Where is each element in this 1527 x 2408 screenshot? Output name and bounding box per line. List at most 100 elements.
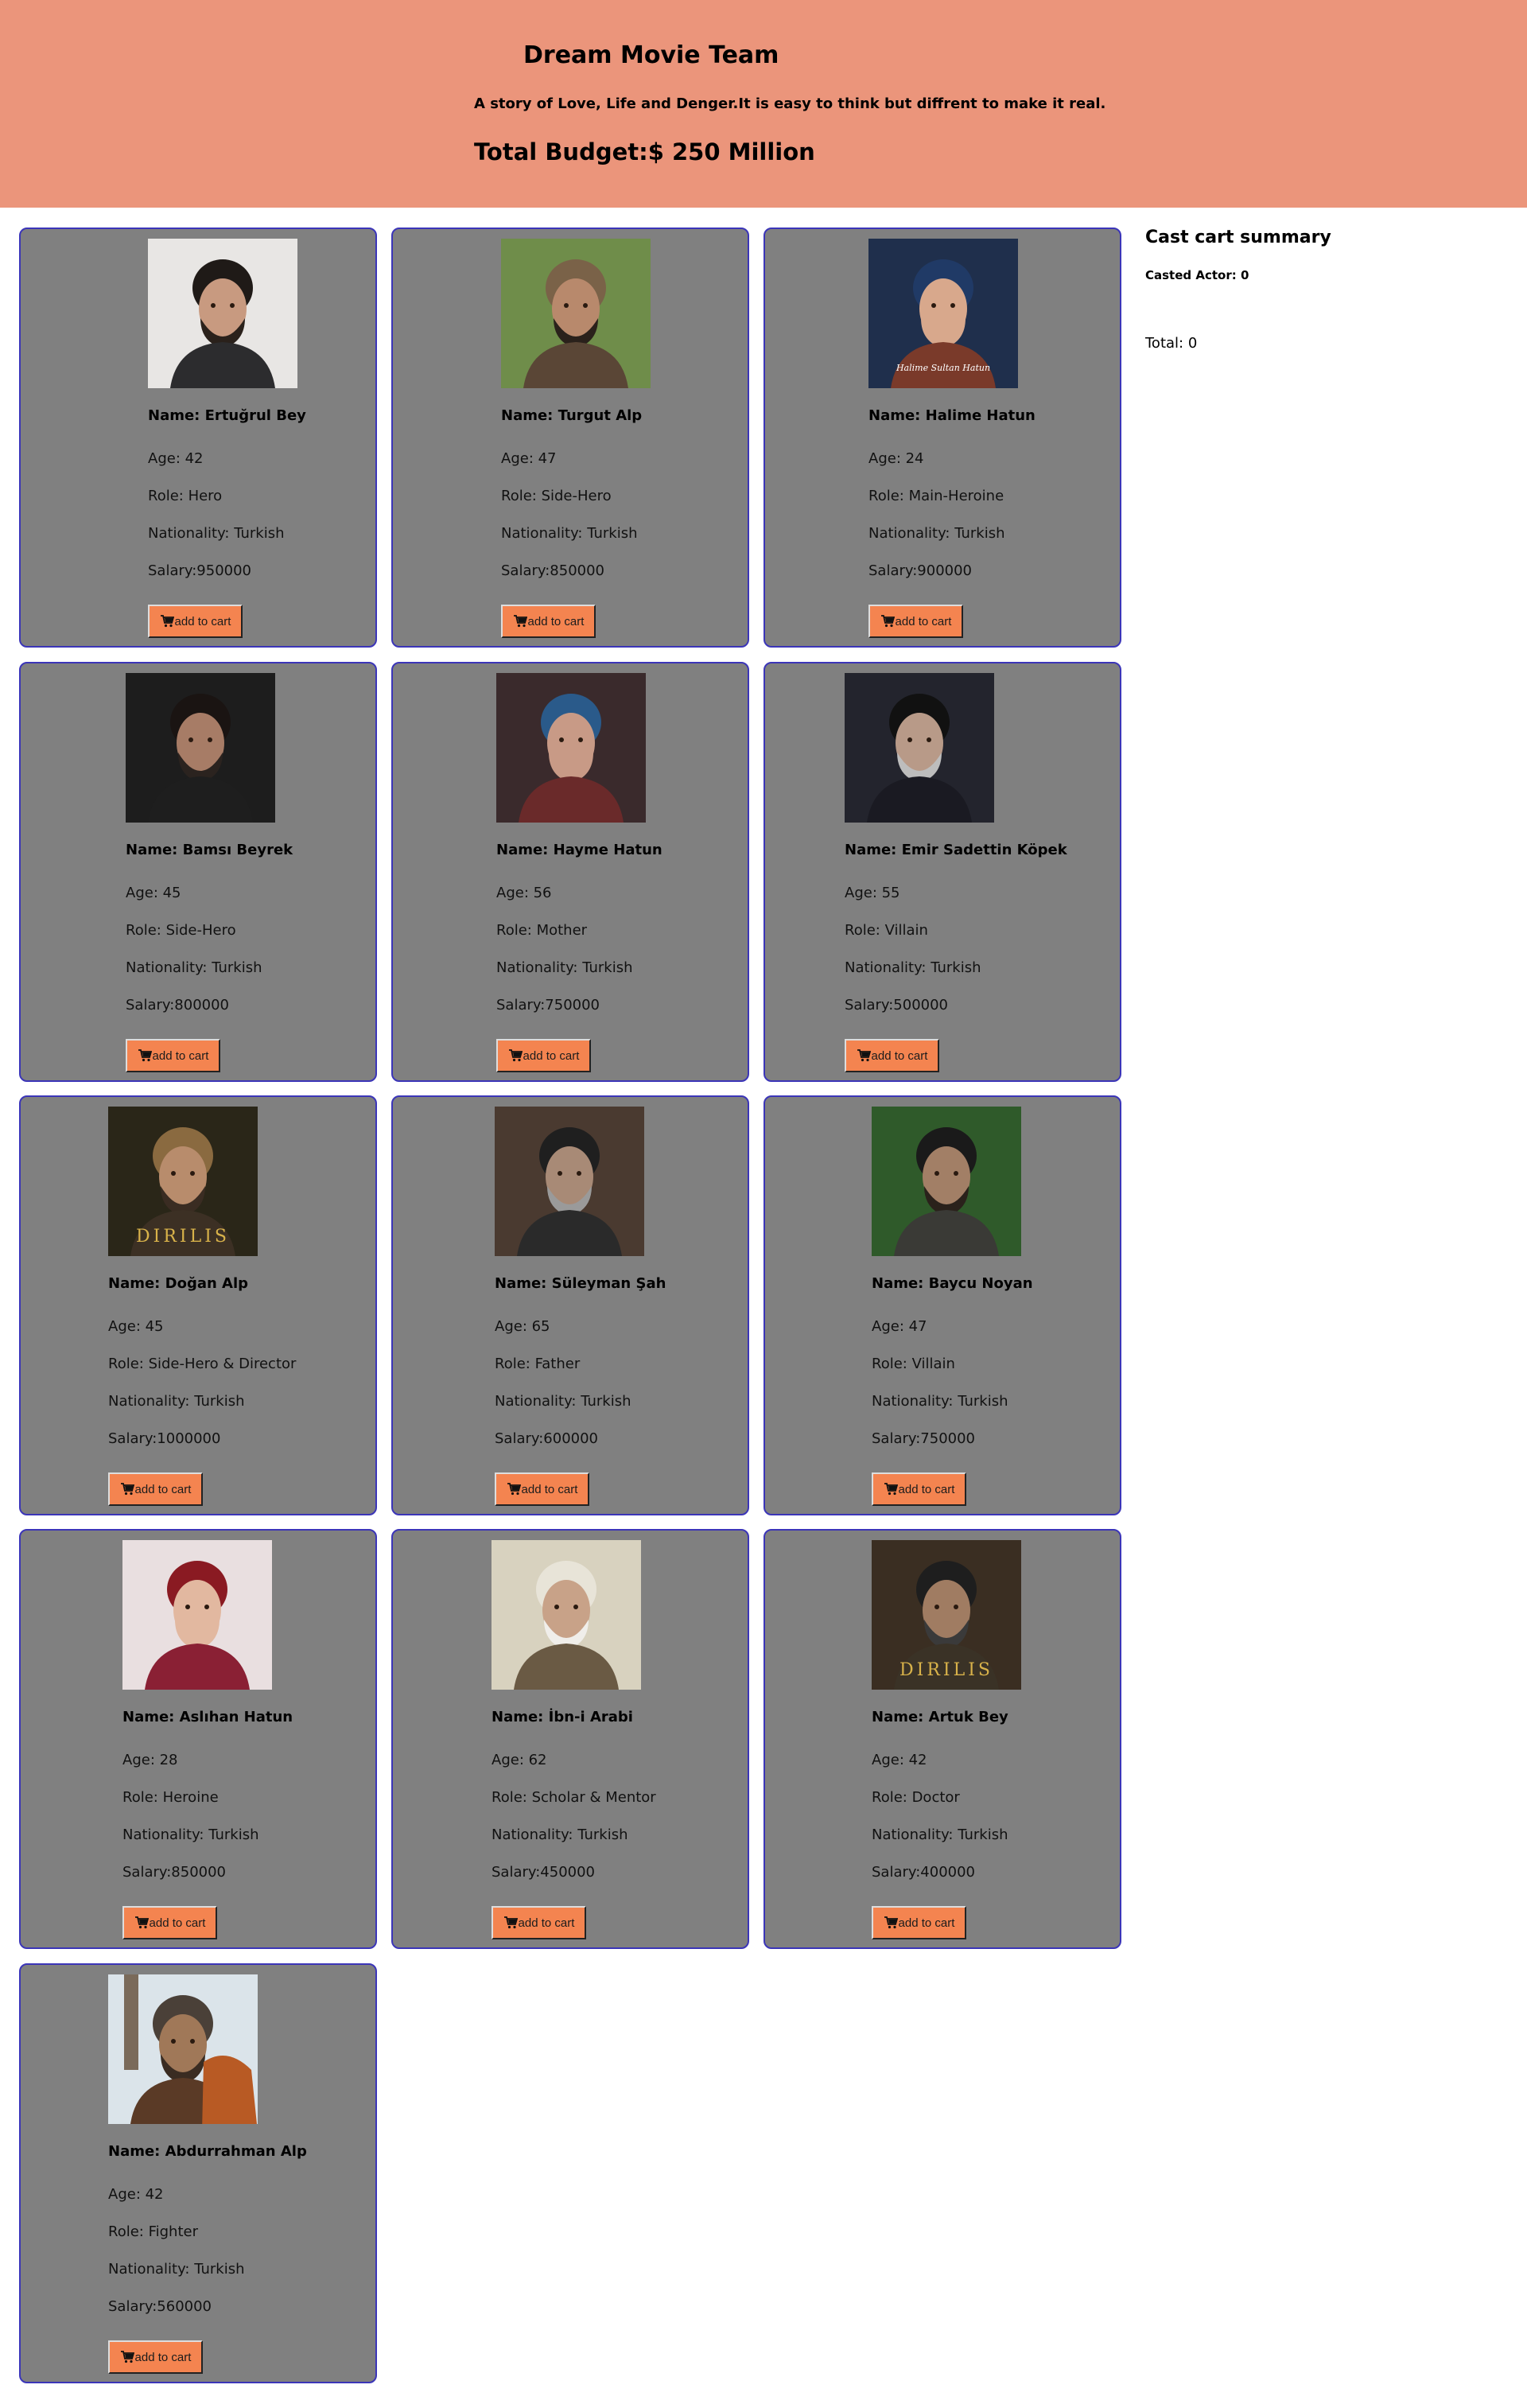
page-title: Dream Movie Team — [523, 41, 779, 69]
cast-salary: Salary:750000 — [872, 1430, 976, 1447]
cast-role: Role: Father — [495, 1356, 581, 1372]
cast-nationality: Nationality: Turkish — [868, 525, 1005, 542]
shopping-cart-icon — [134, 1916, 149, 1929]
cast-photo — [148, 239, 299, 388]
add-to-cart-label: add to cart — [134, 1482, 192, 1496]
cast-nationality: Nationality: Turkish — [495, 1393, 631, 1410]
cast-age: Age: 45 — [126, 885, 181, 901]
cart-summary: Cast cart summary Casted Actor: 0 Total:… — [1145, 228, 1495, 352]
portrait-photo — [126, 673, 275, 823]
portrait-photo — [496, 673, 646, 823]
add-to-cart-button[interactable]: add to cart — [126, 1039, 220, 1072]
cast-photo: Halime Sultan Hatun — [868, 239, 1020, 388]
shopping-cart-icon — [884, 1916, 898, 1929]
portrait-photo: DIRILIS — [108, 1107, 258, 1256]
cast-age: Age: 65 — [495, 1318, 550, 1335]
portrait-photo: Halime Sultan Hatun — [868, 239, 1018, 388]
cast-age: Age: 62 — [492, 1752, 547, 1768]
portrait-photo — [495, 1107, 644, 1256]
cast-card: Name: İbn-i Arabi Age: 62 Role: Scholar … — [391, 1529, 749, 1949]
portrait-photo — [872, 1107, 1021, 1256]
add-to-cart-label: add to cart — [895, 614, 952, 628]
add-to-cart-button[interactable]: add to cart — [122, 1906, 217, 1939]
cast-photo — [495, 1107, 646, 1256]
cast-card: Name: Abdurrahman Alp Age: 42 Role: Figh… — [19, 1963, 377, 2383]
cast-card: Name: Turgut Alp Age: 47 Role: Side-Hero… — [391, 228, 749, 648]
cast-age: Age: 42 — [108, 2186, 164, 2203]
cast-age: Age: 47 — [501, 450, 557, 467]
cast-salary: Salary:850000 — [501, 562, 605, 579]
add-to-cart-button[interactable]: add to cart — [872, 1906, 966, 1939]
add-to-cart-button[interactable]: add to cart — [501, 605, 596, 638]
cast-salary: Salary:800000 — [126, 997, 230, 1013]
cast-role: Role: Fighter — [108, 2223, 198, 2240]
add-to-cart-button[interactable]: add to cart — [108, 1472, 203, 1506]
cast-age: Age: 42 — [872, 1752, 927, 1768]
cast-salary: Salary:600000 — [495, 1430, 599, 1447]
cast-card: Name: Aslıhan Hatun Age: 28 Role: Heroin… — [19, 1529, 377, 1949]
cast-name: Name: Bamsı Beyrek — [126, 842, 293, 858]
add-to-cart-button[interactable]: add to cart — [492, 1906, 586, 1939]
add-to-cart-button[interactable]: add to cart — [148, 605, 243, 638]
cast-card: Name: Ertuğrul Bey Age: 42 Role: Hero Na… — [19, 228, 377, 648]
shopping-cart-icon — [138, 1049, 152, 1062]
cast-role: Role: Doctor — [872, 1789, 960, 1806]
cast-salary: Salary:400000 — [872, 1864, 976, 1881]
cast-nationality: Nationality: Turkish — [126, 959, 262, 976]
add-to-cart-label: add to cart — [152, 1048, 209, 1063]
cast-age: Age: 42 — [148, 450, 204, 467]
cast-card: Name: Emir Sadettin Köpek Age: 55 Role: … — [764, 662, 1121, 1082]
cast-photo — [122, 1540, 274, 1690]
cast-name: Name: Abdurrahman Alp — [108, 2143, 307, 2160]
cast-name: Name: İbn-i Arabi — [492, 1709, 633, 1725]
add-to-cart-button[interactable]: add to cart — [108, 2340, 203, 2374]
add-to-cart-button[interactable]: add to cart — [845, 1039, 939, 1072]
shopping-cart-icon — [503, 1916, 518, 1929]
add-to-cart-button[interactable]: add to cart — [868, 605, 963, 638]
shopping-cart-icon — [880, 615, 895, 628]
cast-name: Name: Artuk Bey — [872, 1709, 1008, 1725]
cast-nationality: Nationality: Turkish — [872, 1393, 1008, 1410]
cast-age: Age: 47 — [872, 1318, 927, 1335]
add-to-cart-label: add to cart — [527, 614, 585, 628]
cast-salary: Salary:500000 — [845, 997, 949, 1013]
page-header: Dream Movie Team A story of Love, Life a… — [0, 0, 1527, 208]
cast-salary: Salary:900000 — [868, 562, 973, 579]
cast-photo — [496, 673, 647, 823]
cast-role: Role: Side-Hero & Director — [108, 1356, 297, 1372]
cast-salary: Salary:950000 — [148, 562, 252, 579]
add-to-cart-label: add to cart — [174, 614, 231, 628]
portrait-photo — [492, 1540, 641, 1690]
cast-salary: Salary:850000 — [122, 1864, 227, 1881]
cast-photo: DIRILIS — [108, 1107, 259, 1256]
add-to-cart-button[interactable]: add to cart — [495, 1472, 589, 1506]
portrait-photo — [148, 239, 297, 388]
cast-name: Name: Hayme Hatun — [496, 842, 662, 858]
svg-text:DIRILIS: DIRILIS — [136, 1227, 230, 1247]
cast-nationality: Nationality: Turkish — [108, 2261, 245, 2278]
cast-card: Name: Hayme Hatun Age: 56 Role: Mother N… — [391, 662, 749, 1082]
add-to-cart-button[interactable]: add to cart — [872, 1472, 966, 1506]
add-to-cart-label: add to cart — [871, 1048, 928, 1063]
cast-card: Name: Baycu Noyan Age: 47 Role: Villain … — [764, 1095, 1121, 1515]
cast-salary: Salary:1000000 — [108, 1430, 221, 1447]
cast-photo — [108, 1974, 259, 2124]
cast-salary: Salary:450000 — [492, 1864, 596, 1881]
portrait-photo — [108, 1974, 258, 2124]
cast-age: Age: 28 — [122, 1752, 178, 1768]
add-to-cart-button[interactable]: add to cart — [496, 1039, 591, 1072]
cast-nationality: Nationality: Turkish — [492, 1826, 628, 1843]
cast-role: Role: Hero — [148, 488, 223, 504]
cast-photo: DIRILIS — [872, 1540, 1023, 1690]
cast-photo — [845, 673, 996, 823]
add-to-cart-label: add to cart — [523, 1048, 580, 1063]
cast-name: Name: Turgut Alp — [501, 407, 643, 424]
cast-nationality: Nationality: Turkish — [496, 959, 633, 976]
cast-role: Role: Side-Hero — [126, 922, 236, 939]
cast-nationality: Nationality: Turkish — [501, 525, 638, 542]
shopping-cart-icon — [160, 615, 174, 628]
cast-photo — [501, 239, 652, 388]
add-to-cart-label: add to cart — [134, 2350, 192, 2364]
shopping-cart-icon — [884, 1483, 898, 1496]
cast-age: Age: 56 — [496, 885, 552, 901]
